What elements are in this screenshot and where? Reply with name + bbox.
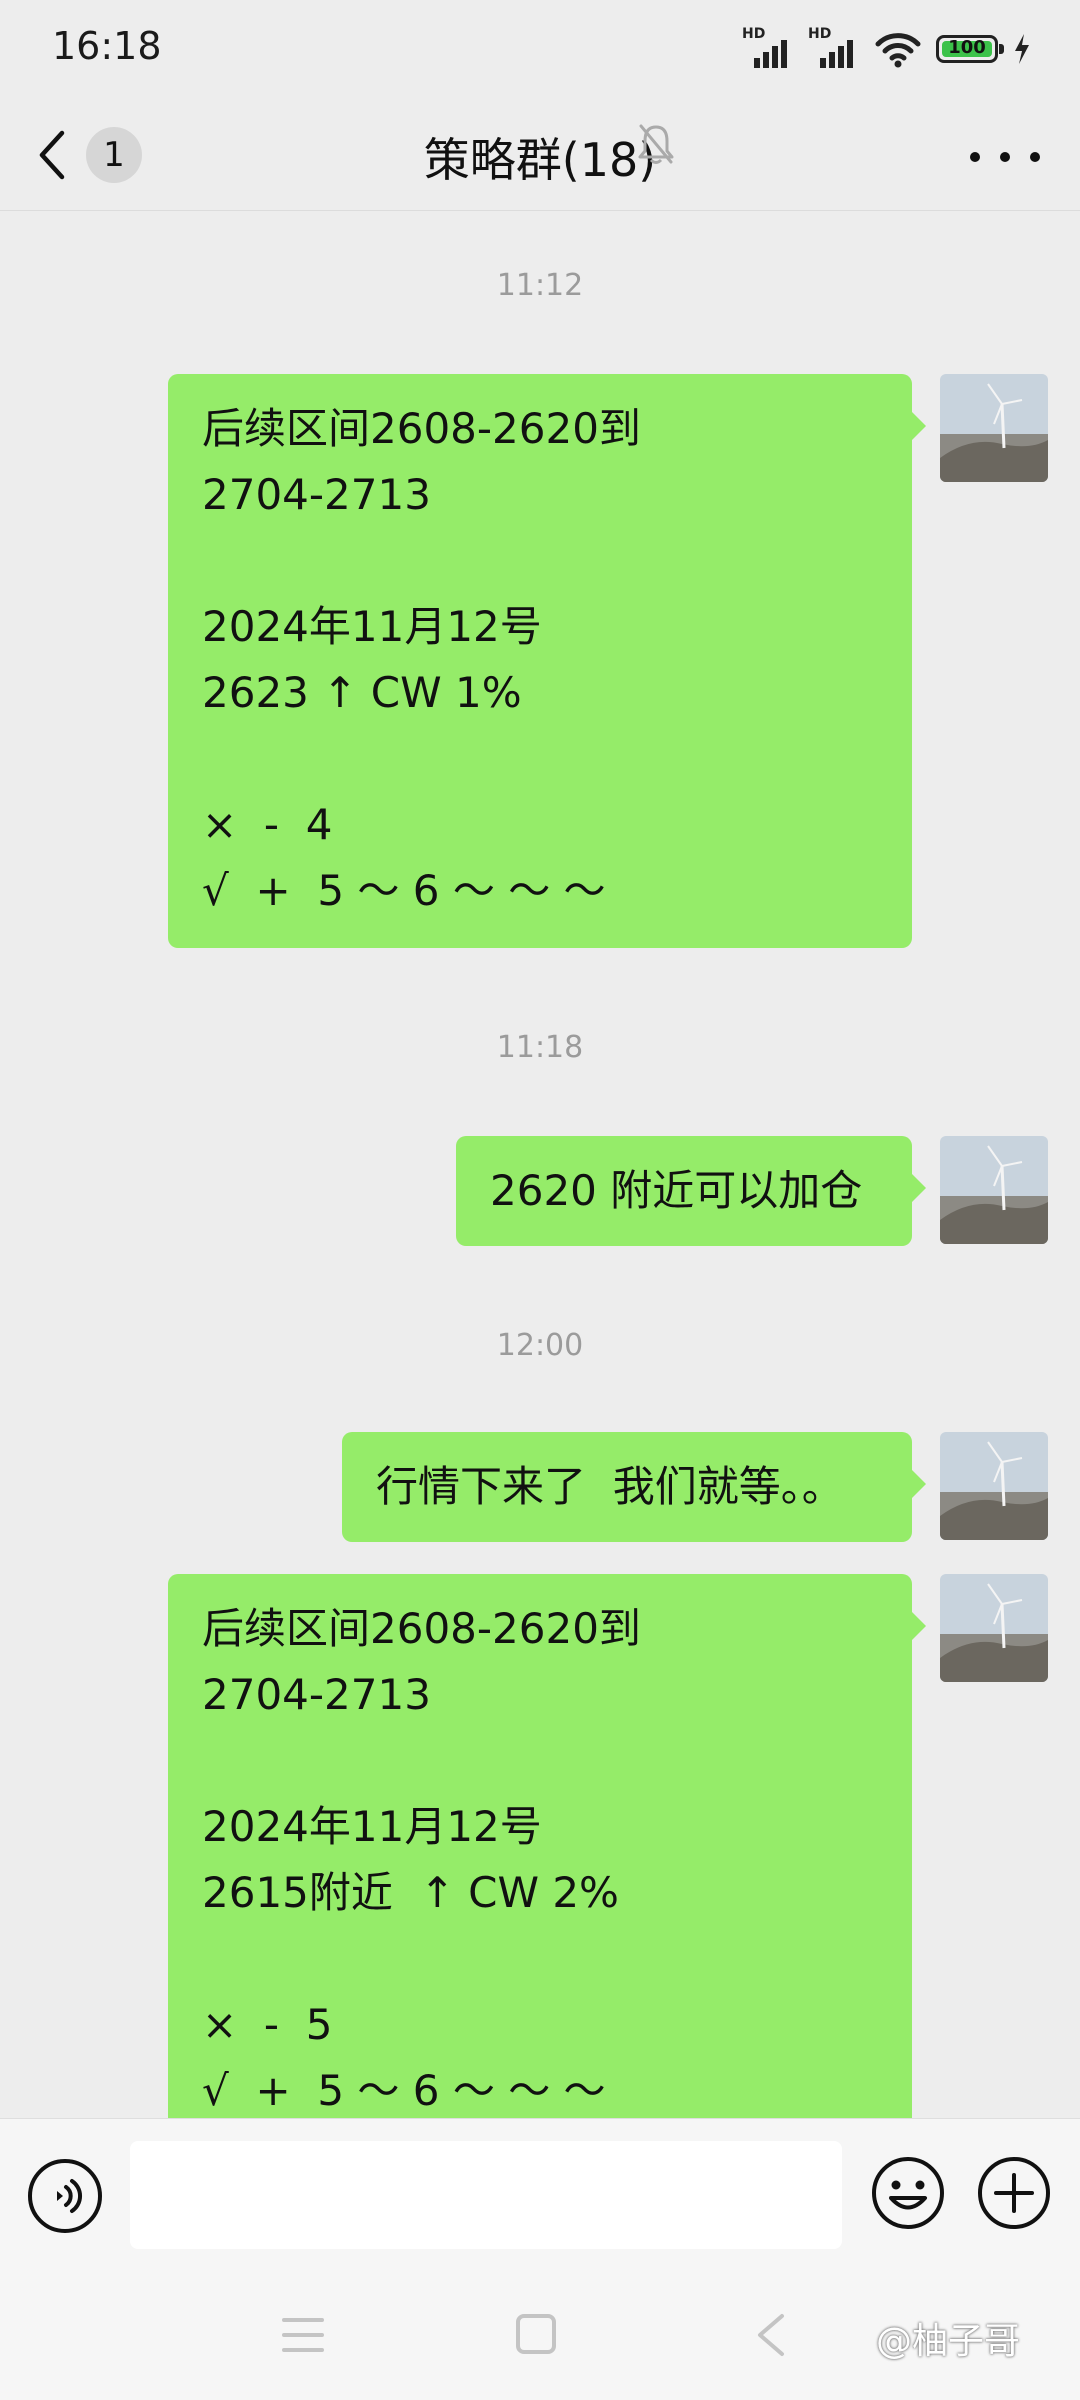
signal-icon: HD [808,26,860,68]
wind-turbine-avatar-icon [940,1432,1048,1540]
wind-turbine-avatar-icon [940,1136,1048,1244]
message-bubble[interactable]: 后续区间2608-2620到 2704-2713 2024年11月12号 262… [168,374,926,948]
signal-icon: HD [742,26,794,68]
watermark: @柚子哥 [876,2321,1021,2362]
more-horizontal-icon [970,152,980,162]
status-time: 16:18 [52,24,162,68]
battery-level: 100 [948,37,986,58]
battery-icon: 100 [936,35,1004,63]
message-timestamp: 11:12 [496,268,584,303]
avatar[interactable] [940,1136,1048,1244]
avatar[interactable] [940,1432,1048,1540]
wifi-icon [875,33,921,68]
bell-mute-icon [638,124,674,164]
message-bubble[interactable]: 2620 附近可以加仓 [456,1136,926,1246]
back-icon[interactable] [752,2312,788,2358]
voice-icon [57,2179,82,2213]
message-bubble[interactable]: 行情下来了 我们就等。。 [342,1432,926,1542]
status-bar: 16:18 HD HD 100 [0,0,1080,100]
chat-title: 策略群(18) [423,133,657,187]
emoji-icon[interactable] [870,2155,946,2231]
message-input[interactable] [130,2141,842,2249]
avatar[interactable] [940,374,1048,482]
charging-icon [1015,34,1029,64]
avatar[interactable] [940,1574,1048,1682]
chat-header: 1 策略群(18) [0,100,1080,211]
more-button[interactable] [970,142,1040,172]
chat-screen: 16:18 HD HD 100 1 策略群(18) 11:12 后续区间2608… [0,0,1080,2400]
home-icon[interactable] [516,2314,556,2354]
wind-turbine-avatar-icon [940,1574,1048,1682]
message-timestamp: 12:00 [496,1328,584,1363]
message-bubble[interactable]: 后续区间2608-2620到 2704-2713 2024年11月12号 261… [168,1574,926,2148]
message-timestamp: 11:18 [496,1030,584,1065]
plus-circle-icon[interactable] [976,2155,1052,2231]
voice-button[interactable] [28,2159,102,2233]
menu-icon[interactable] [282,2318,324,2352]
wind-turbine-avatar-icon [940,374,1048,482]
status-icons: HD HD 100 [742,26,1032,68]
